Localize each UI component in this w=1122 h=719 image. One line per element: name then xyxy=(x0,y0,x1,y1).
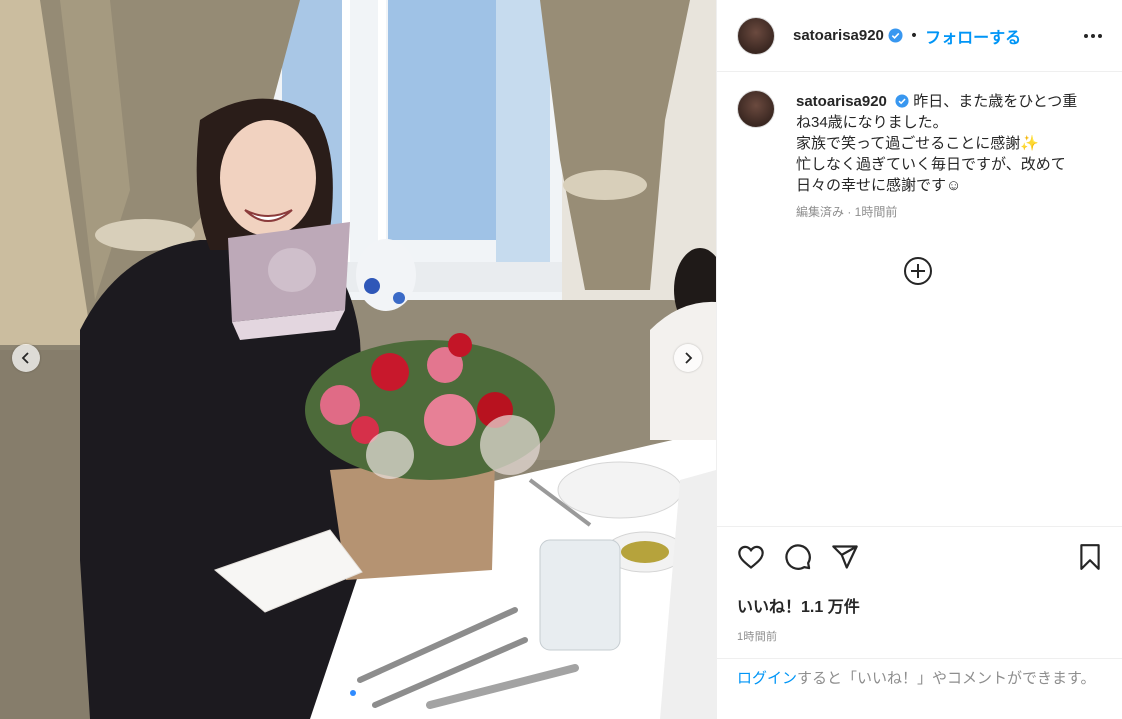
follow-button[interactable]: フォローする xyxy=(925,24,1021,48)
bookmark-icon[interactable] xyxy=(1077,543,1103,571)
login-prompt: ログインすると「いいね！」やコメントができます。 xyxy=(717,658,1122,719)
post-header: satoarisa920 • フォローする xyxy=(717,0,1122,72)
caption-username[interactable]: satoarisa920 xyxy=(796,93,887,110)
heart-icon[interactable] xyxy=(737,543,765,571)
separator: • xyxy=(909,27,919,44)
caption: satoarisa920 昨日、また歳をひとつ重ね34歳になりました。 家族で笑… xyxy=(717,72,1122,220)
caption-text: satoarisa920 昨日、また歳をひとつ重ね34歳になりました。 家族で笑… xyxy=(796,91,1086,196)
instagram-post: satoarisa920 • フォローする satoarisa920 昨日、また… xyxy=(0,0,1122,719)
chevron-left-icon xyxy=(21,352,29,364)
next-slide-button[interactable] xyxy=(674,344,702,372)
carousel-indicator xyxy=(340,690,366,696)
photo-scene xyxy=(0,0,716,719)
chevron-right-icon xyxy=(685,352,693,364)
caption-line-3: 忙しなく過ぎていく毎日ですが、改めて日々の幸せに感謝です☺ xyxy=(796,156,1066,194)
post-timestamp: 1時間前 xyxy=(737,631,778,643)
comment-icon[interactable] xyxy=(784,543,812,571)
verified-icon xyxy=(888,28,903,43)
carousel-dot xyxy=(360,690,366,696)
post-username[interactable]: satoarisa920 xyxy=(793,27,884,44)
likes-count[interactable]: いいね！1.1 万件 xyxy=(737,593,1103,617)
action-bar xyxy=(737,543,1103,571)
login-link[interactable]: ログイン xyxy=(737,670,797,687)
action-section: いいね！1.1 万件 1時間前 xyxy=(717,526,1122,658)
add-comment-icon xyxy=(904,257,932,285)
avatar[interactable] xyxy=(737,16,775,55)
login-prompt-text: すると「いいね！」やコメントができます。 xyxy=(797,670,1096,687)
carousel-dot xyxy=(340,690,346,696)
post-side-panel: satoarisa920 • フォローする satoarisa920 昨日、また… xyxy=(716,0,1122,719)
caption-meta: 編集済み · 1時間前 xyxy=(796,205,898,219)
more-icon[interactable] xyxy=(1084,33,1102,38)
caption-body: satoarisa920 昨日、また歳をひとつ重ね34歳になりました。 家族で笑… xyxy=(796,90,1086,220)
previous-slide-button[interactable] xyxy=(12,344,40,372)
post-photo[interactable] xyxy=(0,0,716,719)
load-more-comments-button[interactable] xyxy=(903,256,933,290)
avatar[interactable] xyxy=(737,90,775,128)
share-icon[interactable] xyxy=(831,543,859,571)
caption-line-2: 家族で笑って過ごせることに感謝✨ xyxy=(796,135,1039,152)
verified-icon xyxy=(895,94,909,108)
carousel-dot xyxy=(350,690,356,696)
